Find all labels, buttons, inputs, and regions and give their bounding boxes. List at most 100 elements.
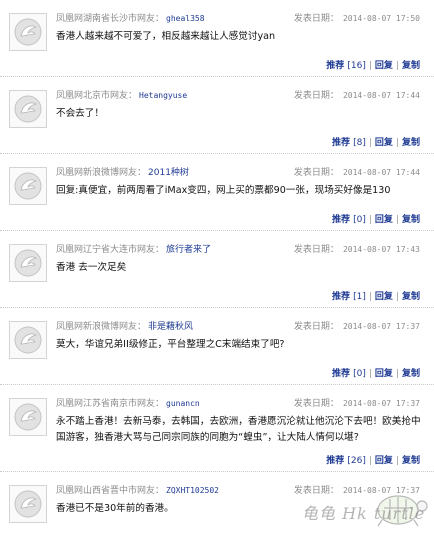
comment-username-link[interactable]: Hetangyuse [139,91,187,100]
turtle-watermark: 龟龟 Hk turtle [298,486,428,536]
comment-source: 凤凰网辽宁省大连市网友： [56,245,165,255]
copy-button[interactable]: 复制 [402,456,420,466]
copy-button[interactable]: 复制 [402,292,420,302]
comment-content: 永不踏上香港！去新马泰，去韩国，去欧洲，香港愿沉沦就让他沉沦下去吧！欧美抢中国游… [56,416,421,443]
date-label: 发表日期： [293,168,339,178]
date-value: 2014-08-07 17:50 [342,14,420,23]
comment-content: 香港 去一次足矣 [56,262,127,273]
date-value: 2014-08-07 17:44 [342,91,420,100]
recommend-count: [16] [347,61,366,71]
recommend-count: [1] [353,292,366,302]
comment-content: 莫大，华谊兄弟II级修正，平台整理之C末端结束了吧? [56,339,285,350]
reply-button[interactable]: 回复 [375,61,393,71]
comment-source: 凤凰网新浪微博网友： [56,168,147,178]
comment-date: 发表日期： 2014-08-07 17:44 [294,90,420,102]
comment-date: 发表日期： 2014-08-07 17:37 [294,321,420,333]
comment-source: 凤凰网江苏省南京市网友： [56,399,165,409]
avatar-phoenix-logo-icon[interactable] [9,167,47,205]
comment-list: 凤凰网湖南省长沙市网友： gheal358 发表日期： 2014-08-07 17:… [0,0,434,533]
comment-item: 凤凰网新浪微博网友： 非是藉秋风 发表日期： 2014-08-07 17:37 莫大… [0,308,434,385]
comment-username-link[interactable]: 2011种树 [148,168,189,178]
comment-item: 凤凰网新浪微博网友： 2011种树 发表日期： 2014-08-07 17:44 回… [0,154,434,231]
comment-item: 凤凰网江苏省南京市网友： gunancn 发表日期： 2014-08-07 17:3… [0,385,434,472]
recommend-label: 推荐 [331,215,350,225]
comment-meta: 凤凰网山西省晋中市网友： ZQXHT102502 [56,485,219,497]
comment-source: 凤凰网新浪微博网友： [56,322,147,332]
date-value: 2014-08-07 17:44 [342,168,420,177]
comment-username-link[interactable]: gunancn [166,399,200,408]
action-divider: | [368,456,372,466]
reply-button[interactable]: 回复 [375,369,393,379]
action-divider: | [395,369,399,379]
comment-actions: 推荐 [1] | 回复 | 复制 [332,291,420,303]
avatar-phoenix-logo-icon[interactable] [9,13,47,51]
reply-button[interactable]: 回复 [375,292,393,302]
recommend-button[interactable]: 推荐 [1] [332,292,366,302]
comment-content: 香港人越来越不可爱了，相反越来越让人感觉讨yan [56,31,276,42]
comment-source: 凤凰网湖南省长沙市网友： [56,14,165,24]
action-divider: | [395,61,399,71]
comment-meta: 凤凰网湖南省长沙市网友： gheal358 [56,13,205,25]
avatar-phoenix-logo-icon[interactable] [9,244,47,282]
avatar-phoenix-logo-icon[interactable] [9,90,47,128]
comment-actions: 推荐 [8] | 回复 | 复制 [332,137,420,149]
copy-button[interactable]: 复制 [402,369,420,379]
comment-item: 凤凰网湖南省长沙市网友： gheal358 发表日期： 2014-08-07 17:… [0,0,434,77]
comment-username-link[interactable]: 旅行者来了 [166,245,211,255]
recommend-label: 推荐 [331,138,350,148]
recommend-label: 推荐 [331,292,350,302]
avatar-phoenix-logo-icon[interactable] [9,485,47,523]
comment-username-link[interactable]: ZQXHT102502 [166,486,219,495]
comment-source: 凤凰网山西省晋中市网友： [56,486,165,496]
comment-meta: 凤凰网新浪微博网友： 非是藉秋风 [56,321,193,333]
action-divider: | [368,369,372,379]
avatar-phoenix-logo-icon[interactable] [9,398,47,436]
comment-date: 发表日期： 2014-08-07 17:43 [294,244,420,256]
comment-actions: 推荐 [0] | 回复 | 复制 [332,214,420,226]
comment-meta: 凤凰网江苏省南京市网友： gunancn [56,398,200,410]
action-divider: | [368,292,372,302]
reply-button[interactable]: 回复 [375,456,393,466]
date-label: 发表日期： [293,91,339,101]
recommend-button[interactable]: 推荐 [0] [332,369,366,379]
date-label: 发表日期： [293,245,339,255]
comment-actions: 推荐 [26] | 回复 | 复制 [326,455,420,467]
comment-date: 发表日期： 2014-08-07 17:50 [294,13,420,25]
date-value: 2014-08-07 17:37 [342,399,420,408]
recommend-count: [26] [347,456,366,466]
comment-username-link[interactable]: gheal358 [166,14,205,23]
comment-item: 凤凰网辽宁省大连市网友： 旅行者来了 发表日期： 2014-08-07 17:43 … [0,231,434,308]
recommend-button[interactable]: 推荐 [8] [332,138,366,148]
comment-meta: 凤凰网新浪微博网友： 2011种树 [56,167,189,179]
recommend-button[interactable]: 推荐 [26] [326,456,366,466]
comment-content: 回复:真便宜，前两周看了iMax变四，网上买的票都90一张，现场买好像是130 [56,185,391,196]
comment-actions: 推荐 [16] | 回复 | 复制 [326,60,420,72]
watermark-text: 龟龟 Hk turtle [302,504,426,523]
action-divider: | [368,138,372,148]
action-divider: | [395,138,399,148]
copy-button[interactable]: 复制 [402,138,420,148]
recommend-button[interactable]: 推荐 [16] [326,61,366,71]
comment-meta: 凤凰网北京市网友： Hetangyuse [56,90,187,102]
comment-item: 凤凰网北京市网友： Hetangyuse 发表日期： 2014-08-07 17:4… [0,77,434,154]
avatar-phoenix-logo-icon[interactable] [9,321,47,359]
comment-username-link[interactable]: 非是藉秋风 [148,322,193,332]
recommend-label: 推荐 [326,61,345,71]
recommend-button[interactable]: 推荐 [0] [332,215,366,225]
reply-button[interactable]: 回复 [375,215,393,225]
recommend-count: [0] [353,215,366,225]
date-label: 发表日期： [293,322,339,332]
copy-button[interactable]: 复制 [402,215,420,225]
comment-actions: 推荐 [0] | 回复 | 复制 [332,368,420,380]
comment-meta: 凤凰网辽宁省大连市网友： 旅行者来了 [56,244,211,256]
reply-button[interactable]: 回复 [375,138,393,148]
recommend-count: [8] [353,138,366,148]
date-value: 2014-08-07 17:43 [342,245,420,254]
comment-date: 发表日期： 2014-08-07 17:37 [294,398,420,410]
copy-button[interactable]: 复制 [402,61,420,71]
recommend-count: [0] [353,369,366,379]
comment-content: 不会去了！ [56,108,104,119]
action-divider: | [395,215,399,225]
recommend-label: 推荐 [326,456,345,466]
comment-date: 发表日期： 2014-08-07 17:44 [294,167,420,179]
